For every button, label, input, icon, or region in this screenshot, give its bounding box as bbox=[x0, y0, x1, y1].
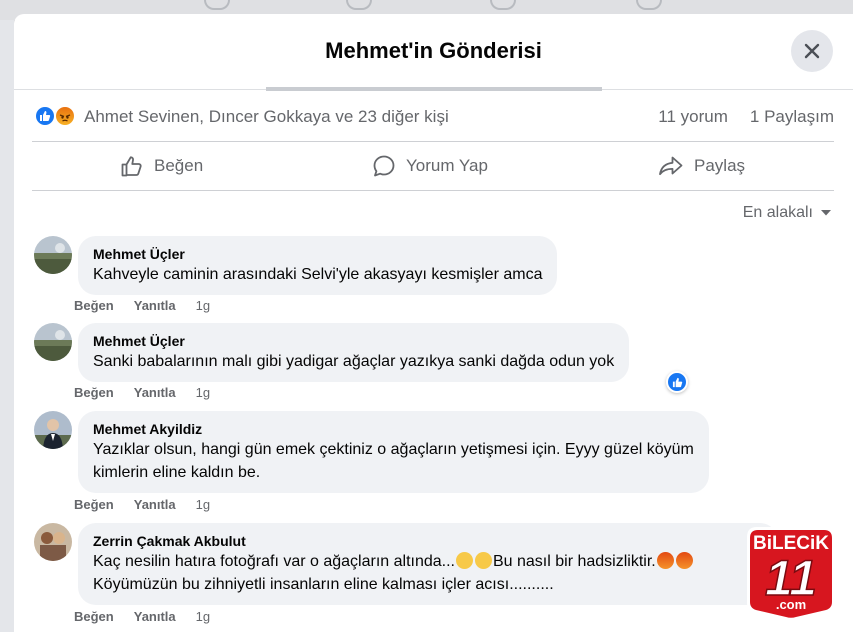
comment-text: kimlerin eline kaldın be. bbox=[93, 464, 261, 481]
comment-reply-link[interactable]: Yanıtla bbox=[134, 609, 176, 624]
comment-bubble: Mehmet Üçler Kahveyle caminin arasındaki… bbox=[78, 236, 558, 295]
comment-reply-link[interactable]: Yanıtla bbox=[134, 298, 176, 313]
comment-button[interactable]: Yorum Yap bbox=[372, 142, 488, 190]
comment-like-link[interactable]: Beğen bbox=[74, 497, 114, 512]
comment-reply-link[interactable]: Yanıtla bbox=[134, 385, 176, 400]
comment-bubble: Zerrin Çakmak Akbulut Kaç nesilin hatıra… bbox=[78, 523, 778, 605]
bilecik11-logo: BiLECiK 11 .com bbox=[747, 527, 835, 621]
share-arrow-icon bbox=[659, 156, 683, 176]
comment-like-link[interactable]: Beğen bbox=[74, 385, 114, 400]
comment-text: Sanki babalarının malı gibi yadigar ağaç… bbox=[93, 353, 615, 370]
close-button[interactable] bbox=[791, 30, 833, 72]
comment-timestamp[interactable]: 1g bbox=[196, 385, 210, 400]
reaction-icons[interactable] bbox=[34, 104, 80, 128]
comment-reply-link[interactable]: Yanıtla bbox=[134, 497, 176, 512]
comment-text-line: Kaç nesilin hatıra fotoğrafı var o ağaçl… bbox=[93, 550, 763, 573]
comment-text: Kahveyle caminin arasındaki Selvi'yle ak… bbox=[93, 266, 543, 283]
avatar[interactable] bbox=[34, 411, 72, 449]
comment-timestamp[interactable]: 1g bbox=[196, 298, 210, 313]
comments-count[interactable]: 11 yorum bbox=[658, 107, 728, 126]
shares-count[interactable]: 1 Paylaşım bbox=[750, 107, 834, 126]
comment-like-link[interactable]: Beğen bbox=[74, 609, 114, 624]
comment-bubble-icon bbox=[373, 155, 395, 177]
comment-meta: Beğen Yanıtla 1g bbox=[74, 609, 210, 624]
share-button-label: Paylaş bbox=[694, 156, 746, 175]
comment-timestamp[interactable]: 1g bbox=[196, 497, 210, 512]
comment-like-link[interactable]: Beğen bbox=[74, 298, 114, 313]
post-counts: 11 yorum 1 Paylaşım bbox=[658, 107, 834, 127]
comment-meta: Beğen Yanıtla 1g bbox=[74, 385, 210, 400]
like-button[interactable]: Beğen bbox=[120, 142, 203, 190]
like-button-label: Beğen bbox=[154, 156, 204, 175]
sort-label: En alakalı bbox=[742, 204, 813, 221]
angry-reaction-icon bbox=[54, 105, 76, 127]
home-icon bbox=[204, 0, 230, 10]
comment-meta: Beğen Yanıtla 1g bbox=[74, 298, 210, 313]
like-reaction-icon bbox=[34, 105, 56, 127]
avatar[interactable] bbox=[34, 523, 72, 561]
post-image-edge bbox=[266, 87, 602, 91]
comment-text: Köyümüzün bu zihniyetli insanların eline… bbox=[93, 576, 554, 593]
reaction-names[interactable]: Ahmet Sevinen, Dıncer Gokkaya ve 23 diğe… bbox=[84, 107, 449, 127]
angry-face-icon bbox=[675, 552, 693, 569]
thumbs-up-icon bbox=[121, 156, 142, 177]
comment-button-label: Yorum Yap bbox=[406, 156, 488, 175]
pensive-face-icon bbox=[474, 552, 492, 569]
post-actions: Beğen Yorum Yap Paylaş bbox=[32, 141, 834, 191]
comment-sort-dropdown[interactable]: En alakalı bbox=[743, 204, 833, 222]
post-modal: Mehmet'in Gönderisi Ahmet Sevinen, Dınce… bbox=[14, 14, 853, 632]
comment-author[interactable]: Mehmet Üçler bbox=[93, 332, 614, 350]
logo-text-bottom: .com bbox=[776, 597, 806, 612]
gaming-icon bbox=[636, 0, 662, 10]
comment-author[interactable]: Mehmet Üçler bbox=[93, 245, 542, 263]
comment-bubble: Mehmet Üçler Sanki babalarının malı gibi… bbox=[78, 323, 630, 382]
comment-text: Kaç nesilin hatıra fotoğrafı var o ağaçl… bbox=[93, 553, 455, 570]
groups-icon bbox=[490, 0, 516, 10]
modal-title: Mehmet'in Gönderisi bbox=[325, 38, 542, 63]
comment-bubble: Mehmet Akyildiz Yazıklar olsun, hangi gü… bbox=[78, 411, 709, 493]
share-button[interactable]: Paylaş bbox=[658, 142, 745, 190]
pensive-face-icon bbox=[455, 552, 473, 569]
close-icon bbox=[804, 43, 820, 59]
comment-text: Yazıklar olsun, hangi gün emek çektiniz … bbox=[93, 441, 694, 458]
shop-icon bbox=[346, 0, 372, 10]
caret-down-icon bbox=[821, 210, 831, 216]
avatar[interactable] bbox=[34, 236, 72, 274]
comment-like-reaction-icon[interactable] bbox=[666, 371, 688, 393]
background-page bbox=[0, 20, 14, 632]
comment-author[interactable]: Zerrin Çakmak Akbulut bbox=[93, 532, 763, 550]
comment-timestamp[interactable]: 1g bbox=[196, 609, 210, 624]
comment-text: Bu nasıl bir hadsizliktir. bbox=[492, 553, 656, 570]
avatar[interactable] bbox=[34, 323, 72, 361]
modal-header: Mehmet'in Gönderisi bbox=[14, 14, 853, 90]
comment-author[interactable]: Mehmet Akyildiz bbox=[93, 420, 694, 438]
angry-face-icon bbox=[656, 552, 674, 569]
comment-meta: Beğen Yanıtla 1g bbox=[74, 497, 210, 512]
reactions-summary: Ahmet Sevinen, Dıncer Gokkaya ve 23 diğe… bbox=[34, 104, 834, 128]
